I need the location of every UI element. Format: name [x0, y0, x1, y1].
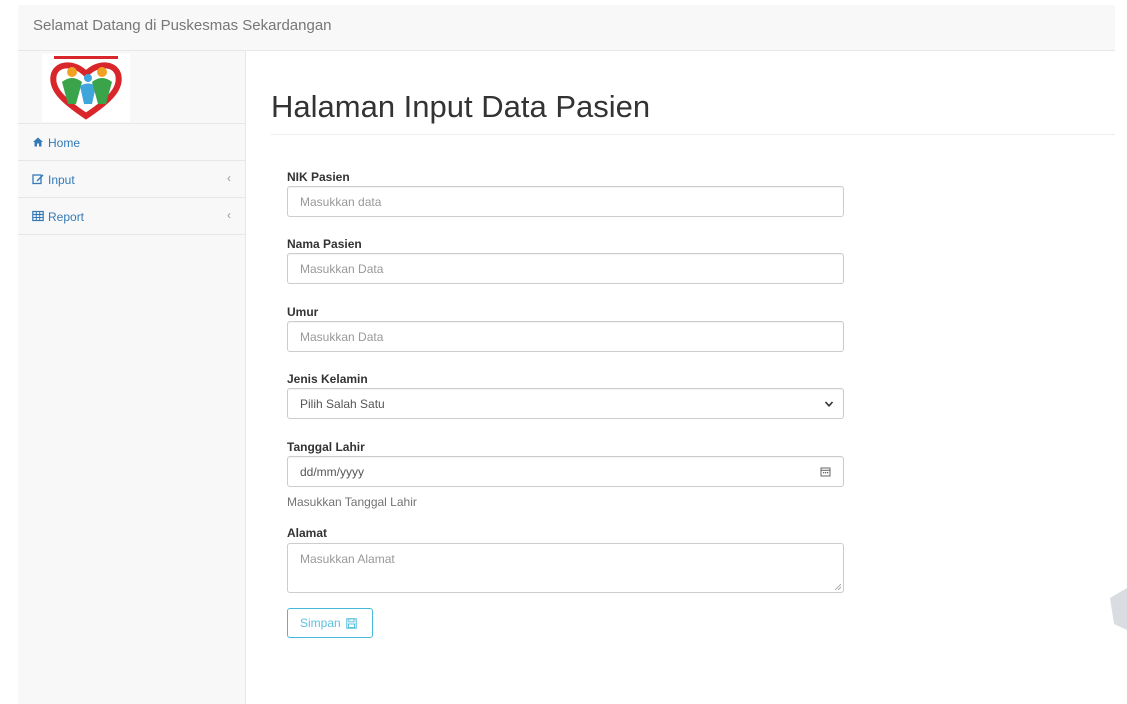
chevron-left-icon: ‹ [227, 208, 231, 222]
jenis-kelamin-label: Jenis Kelamin [287, 372, 368, 386]
title-divider [271, 134, 1115, 135]
chevron-down-icon [824, 401, 834, 407]
alamat-placeholder: Masukkan Alamat [300, 552, 395, 566]
navbar-brand[interactable]: Selamat Datang di Puskesmas Sekardangan [33, 17, 332, 34]
alamat-label: Alamat [287, 526, 328, 540]
table-icon [32, 210, 44, 222]
logo-cell [18, 51, 245, 124]
sidebar: Home Input ‹ Report ‹ [18, 51, 246, 704]
umur-placeholder: Masukkan Data [300, 330, 384, 344]
nik-placeholder: Masukkan data [300, 195, 382, 209]
tanggal-lahir-input[interactable]: dd/mm/yyyy [287, 456, 844, 487]
nik-label: NIK Pasien [287, 170, 350, 184]
simpan-label: Simpan [300, 616, 341, 630]
umur-input[interactable]: Masukkan Data [287, 321, 844, 352]
sidebar-item-label: Report [48, 210, 85, 224]
tanggal-lahir-label: Tanggal Lahir [287, 440, 365, 454]
alamat-textarea[interactable]: Masukkan Alamat [287, 543, 844, 593]
nama-placeholder: Masukkan Data [300, 262, 384, 276]
puskesmas-logo [42, 54, 130, 122]
main-content: Halaman Input Data Pasien NIK Pasien Mas… [246, 51, 1115, 704]
simpan-button[interactable]: Simpan [287, 608, 373, 638]
nama-input[interactable]: Masukkan Data [287, 253, 844, 284]
sidebar-item-report[interactable]: Report ‹ [18, 198, 245, 235]
sidebar-item-input[interactable]: Input ‹ [18, 161, 245, 198]
nik-input[interactable]: Masukkan data [287, 186, 844, 217]
edit-icon [32, 174, 44, 185]
tanggal-lahir-help: Masukkan Tanggal Lahir [287, 495, 417, 509]
app-frame: Selamat Datang di Puskesmas Sekardangan … [18, 5, 1115, 704]
jenis-kelamin-select[interactable]: Pilih Salah Satu [287, 388, 844, 419]
sidebar-item-label: Input [48, 173, 75, 187]
nama-label: Nama Pasien [287, 237, 362, 251]
umur-label: Umur [287, 305, 319, 319]
resize-handle-icon[interactable] [833, 582, 841, 590]
tanggal-lahir-placeholder: dd/mm/yyyy [300, 465, 365, 479]
sidebar-item-home[interactable]: Home [18, 124, 245, 161]
jenis-kelamin-selected: Pilih Salah Satu [300, 397, 385, 411]
floppy-disk-icon [346, 618, 357, 629]
edge-decoration-shape [1110, 588, 1127, 630]
top-navbar: Selamat Datang di Puskesmas Sekardangan [18, 5, 1115, 51]
calendar-icon[interactable] [820, 466, 831, 477]
sidebar-item-label: Home [48, 136, 81, 150]
chevron-left-icon: ‹ [227, 171, 231, 185]
page-title: Halaman Input Data Pasien [271, 89, 651, 124]
home-icon [33, 137, 43, 147]
